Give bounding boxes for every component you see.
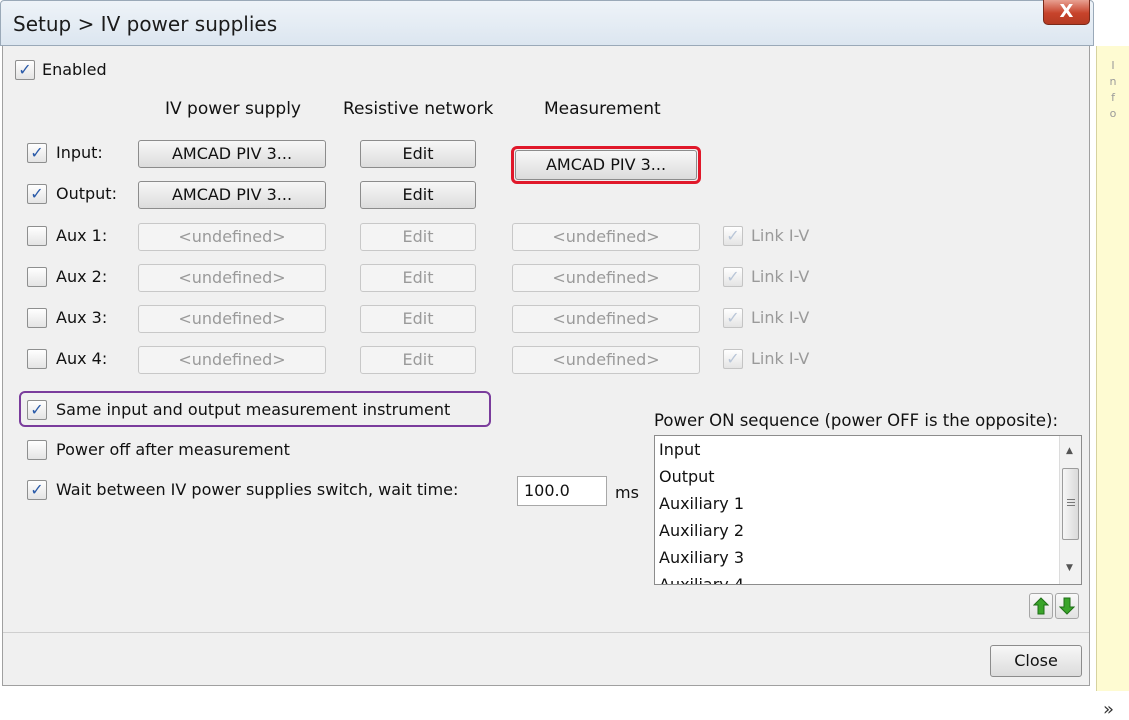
aux1-supply-button[interactable]: <undefined> xyxy=(138,223,326,251)
arrow-up-icon xyxy=(1033,597,1049,615)
aux3-checkbox[interactable] xyxy=(27,308,47,328)
window-title: Setup > IV power supplies xyxy=(13,12,278,36)
dialog-body: ✓ Enabled IV power supply Resistive netw… xyxy=(2,46,1090,686)
aux1-link-checkbox[interactable]: ✓ xyxy=(723,226,743,246)
aux3-link-checkbox[interactable]: ✓ xyxy=(723,308,743,328)
aux2-label: Aux 2: xyxy=(56,267,108,286)
wait-unit-label: ms xyxy=(615,483,639,502)
list-item[interactable]: Auxiliary 1 xyxy=(659,494,744,513)
list-item[interactable]: Output xyxy=(659,467,715,486)
info-label: I n f o xyxy=(1109,59,1117,120)
aux3-measurement-button[interactable]: <undefined> xyxy=(512,305,700,333)
aux2-network-edit-button[interactable]: Edit xyxy=(360,264,476,292)
output-label: Output: xyxy=(56,184,117,203)
sequence-list[interactable]: Input Output Auxiliary 1 Auxiliary 2 Aux… xyxy=(654,435,1082,585)
bottom-separator xyxy=(3,632,1089,633)
header-resistive-network: Resistive network xyxy=(343,99,494,119)
sequence-title: Power ON sequence (power OFF is the oppo… xyxy=(654,411,1059,430)
aux3-network-edit-button[interactable]: Edit xyxy=(360,305,476,333)
aux2-supply-button[interactable]: <undefined> xyxy=(138,264,326,292)
window-close-button[interactable]: X xyxy=(1043,0,1090,25)
aux2-measurement-button[interactable]: <undefined> xyxy=(512,264,700,292)
info-panel[interactable]: I n f o » xyxy=(1096,46,1129,720)
aux1-label: Aux 1: xyxy=(56,226,108,245)
output-checkbox[interactable]: ✓ xyxy=(27,184,47,204)
close-button[interactable]: Close xyxy=(990,645,1082,677)
aux3-link-label: Link I-V xyxy=(751,308,810,327)
power-off-label: Power off after measurement xyxy=(56,440,290,459)
input-supply-button[interactable]: AMCAD PIV 3... xyxy=(138,140,326,168)
same-instrument-label: Same input and output measurement instru… xyxy=(56,400,451,419)
header-iv-power-supply: IV power supply xyxy=(165,99,301,119)
same-instrument-checkbox[interactable]: ✓ xyxy=(27,400,47,420)
list-item[interactable]: Auxiliary 4 xyxy=(659,575,744,584)
sequence-scrollbar[interactable]: ▲ ▼ xyxy=(1059,436,1081,584)
aux4-measurement-button[interactable]: <undefined> xyxy=(512,346,700,374)
wait-checkbox[interactable]: ✓ xyxy=(27,480,47,500)
header-measurement: Measurement xyxy=(544,99,661,119)
aux1-network-edit-button[interactable]: Edit xyxy=(360,223,476,251)
aux3-label: Aux 3: xyxy=(56,308,108,327)
expand-icon[interactable]: » xyxy=(1103,699,1114,720)
aux1-checkbox[interactable] xyxy=(27,226,47,246)
input-label: Input: xyxy=(56,143,103,162)
aux4-link-label: Link I-V xyxy=(751,349,810,368)
enabled-checkbox[interactable]: ✓ xyxy=(15,60,35,80)
aux3-supply-button[interactable]: <undefined> xyxy=(138,305,326,333)
grip-icon xyxy=(1067,499,1075,500)
aux4-supply-button[interactable]: <undefined> xyxy=(138,346,326,374)
input-measurement-button[interactable]: AMCAD PIV 3... xyxy=(515,150,697,180)
scroll-up-icon[interactable]: ▲ xyxy=(1066,446,1073,456)
aux2-link-label: Link I-V xyxy=(751,267,810,286)
move-up-button[interactable] xyxy=(1029,593,1053,619)
wait-time-input[interactable]: 100.0 xyxy=(517,476,607,506)
output-network-edit-button[interactable]: Edit xyxy=(360,181,476,209)
aux4-checkbox[interactable] xyxy=(27,349,47,369)
input-network-edit-button[interactable]: Edit xyxy=(360,140,476,168)
list-item[interactable]: Input xyxy=(659,440,700,459)
aux2-link-checkbox[interactable]: ✓ xyxy=(723,267,743,287)
title-bar: Setup > IV power supplies xyxy=(0,0,1094,46)
enabled-label: Enabled xyxy=(42,60,107,79)
scroll-down-icon[interactable]: ▼ xyxy=(1066,563,1073,573)
scroll-thumb[interactable] xyxy=(1062,468,1079,540)
wait-label: Wait between IV power supplies switch, w… xyxy=(56,480,459,499)
arrow-down-icon xyxy=(1059,597,1075,615)
aux4-network-edit-button[interactable]: Edit xyxy=(360,346,476,374)
aux1-link-label: Link I-V xyxy=(751,226,810,245)
list-item[interactable]: Auxiliary 3 xyxy=(659,548,744,567)
aux4-label: Aux 4: xyxy=(56,349,108,368)
power-off-checkbox[interactable] xyxy=(27,440,47,460)
aux4-link-checkbox[interactable]: ✓ xyxy=(723,349,743,369)
output-supply-button[interactable]: AMCAD PIV 3... xyxy=(138,181,326,209)
list-item[interactable]: Auxiliary 2 xyxy=(659,521,744,540)
setup-window: Setup > IV power supplies X ✓ Enabled IV… xyxy=(0,0,1129,720)
move-down-button[interactable] xyxy=(1055,593,1079,619)
input-checkbox[interactable]: ✓ xyxy=(27,143,47,163)
aux1-measurement-button[interactable]: <undefined> xyxy=(512,223,700,251)
aux2-checkbox[interactable] xyxy=(27,267,47,287)
